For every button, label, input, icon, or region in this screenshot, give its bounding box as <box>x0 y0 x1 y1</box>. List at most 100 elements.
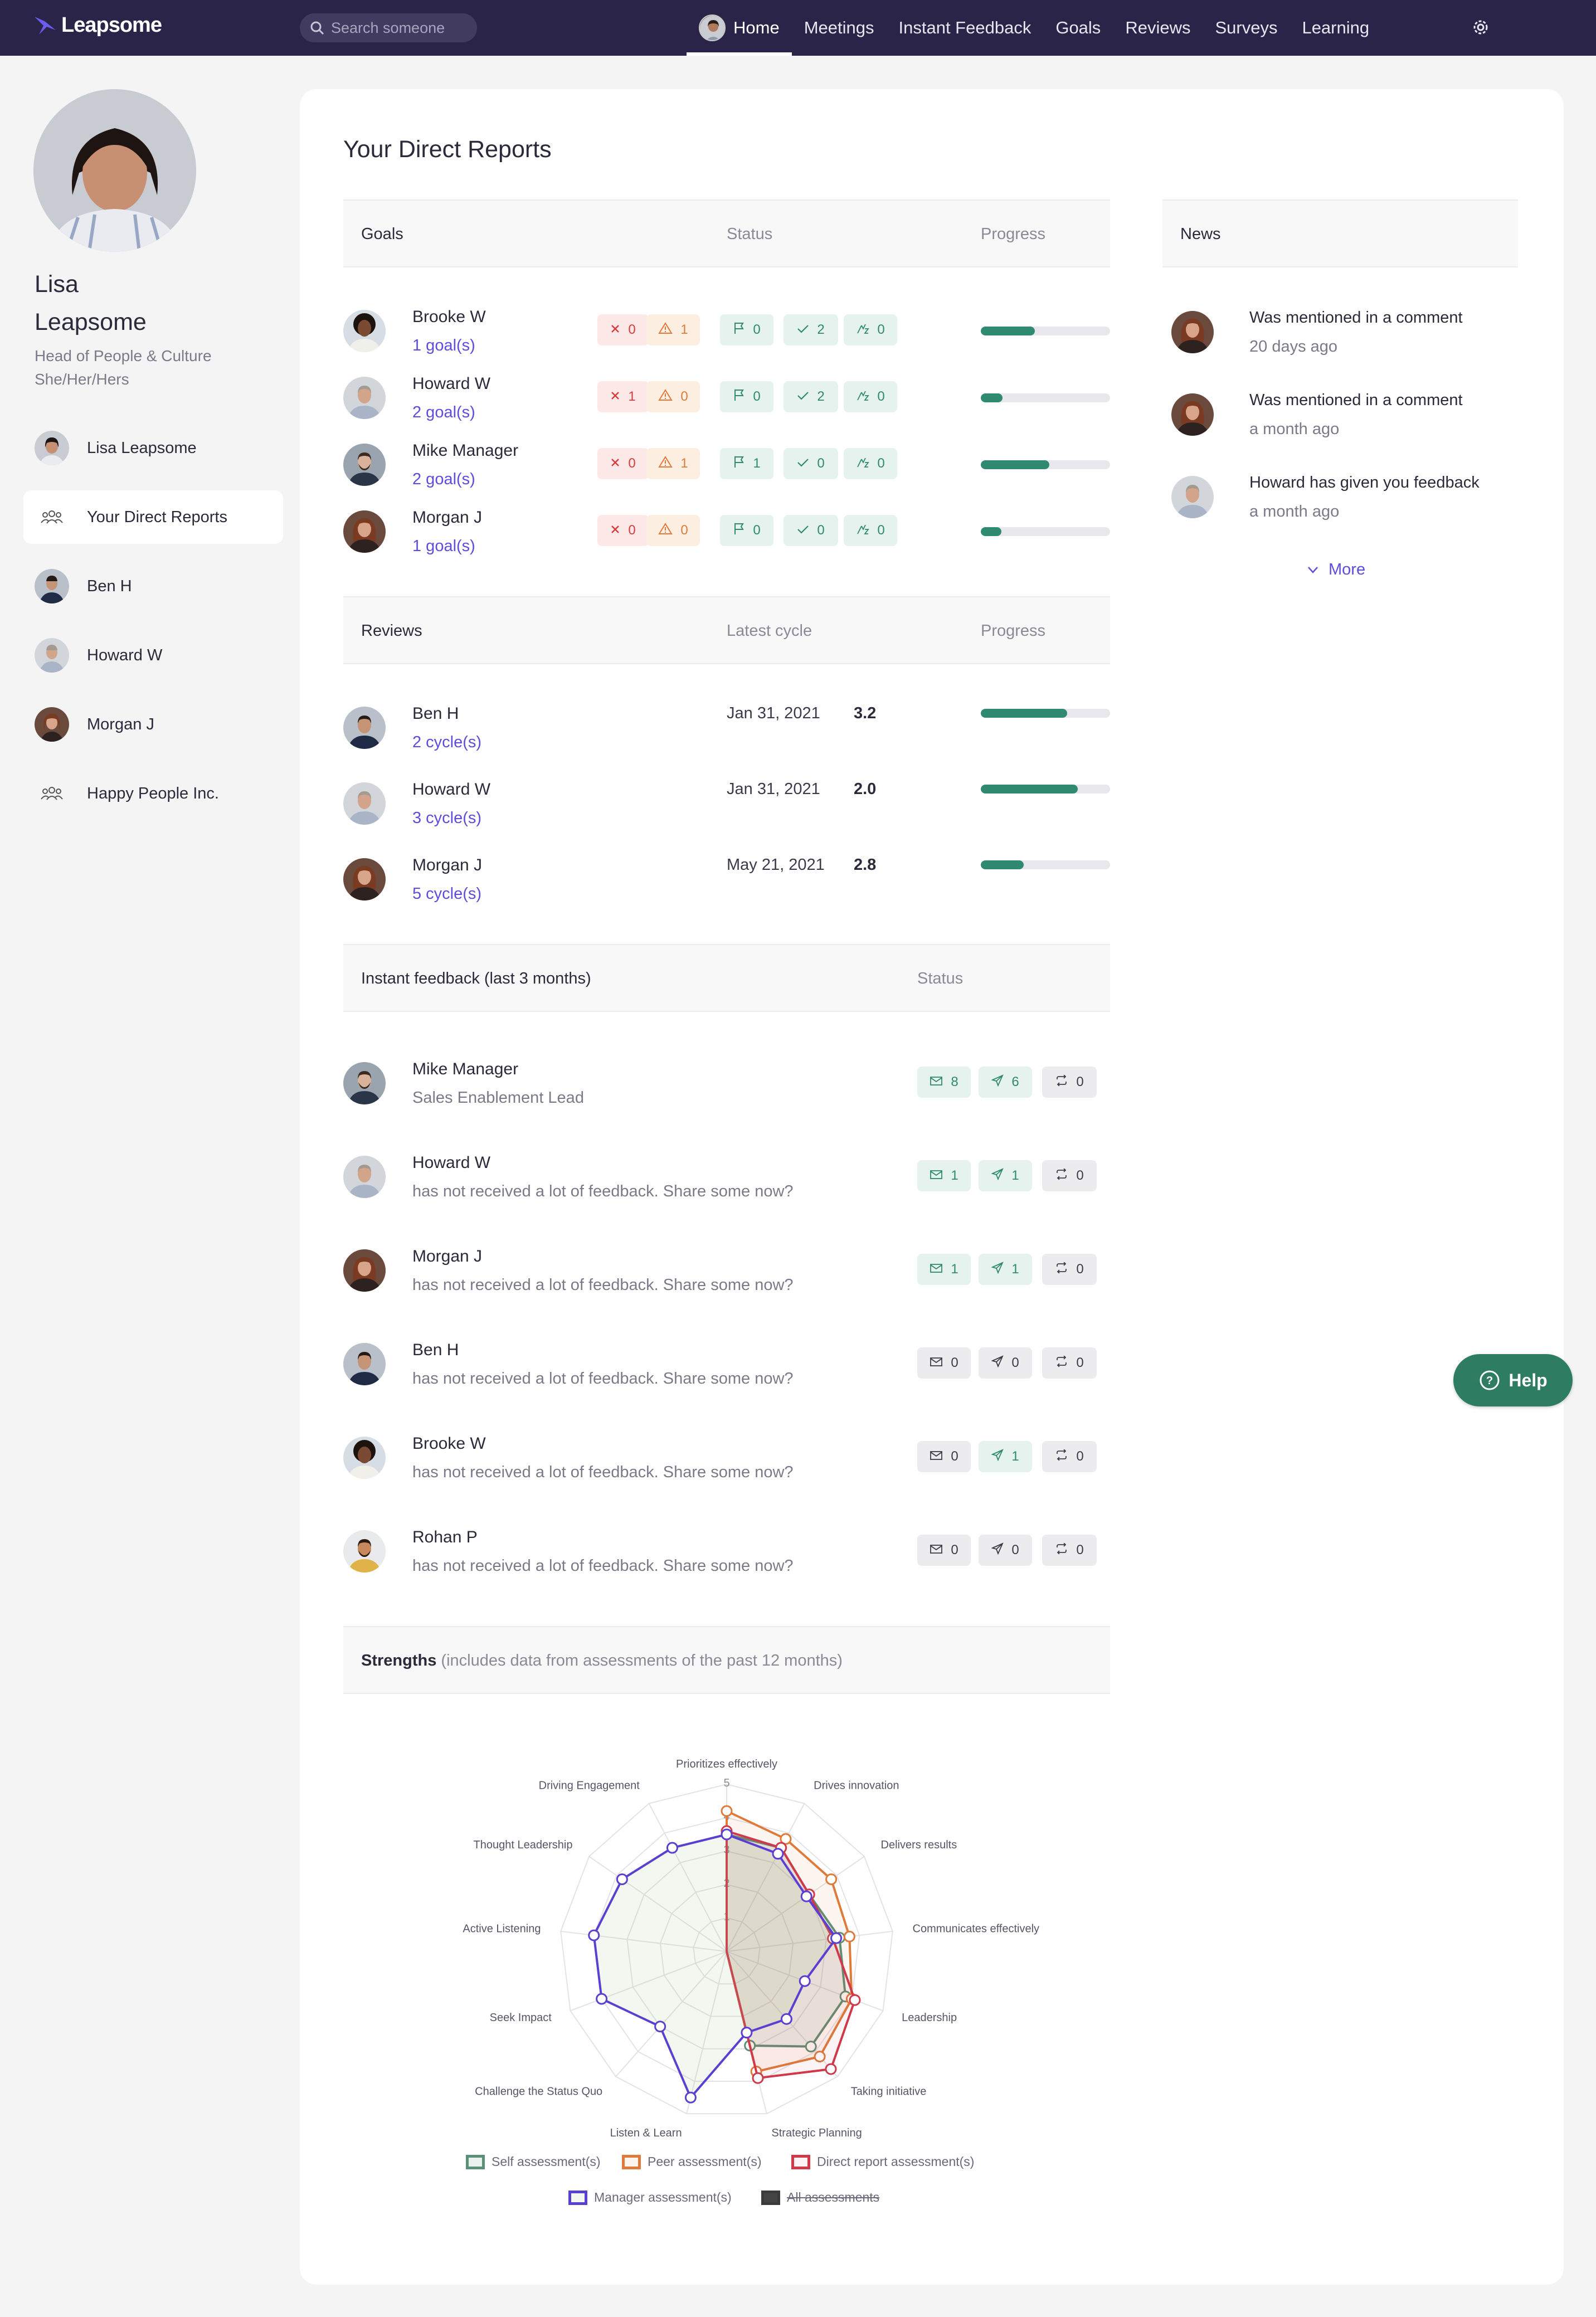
feedback-subtext[interactable]: has not received a lot of feedback. Shar… <box>412 1370 794 1388</box>
feedback-request-count[interactable]: 0 <box>1042 1535 1097 1566</box>
help-button[interactable]: ? Help <box>1453 1354 1573 1406</box>
settings-gear-icon[interactable] <box>1471 18 1490 40</box>
avatar[interactable] <box>343 510 386 553</box>
goal-status-cross[interactable]: 0 <box>597 314 649 345</box>
goal-owner-name[interactable]: Mike Manager <box>412 441 518 460</box>
goals-count-link[interactable]: 1 goal(s) <box>412 537 475 556</box>
goal-status-flag[interactable]: 0 <box>720 314 773 345</box>
avatar[interactable] <box>1171 311 1214 353</box>
feedback-request-count[interactable]: 0 <box>1042 1160 1097 1191</box>
avatar[interactable] <box>343 1062 386 1104</box>
brand-logo[interactable]: Leapsome <box>33 13 162 37</box>
feedback-send-count[interactable]: 1 <box>979 1254 1032 1285</box>
goal-status-warning[interactable]: 0 <box>646 381 700 412</box>
nav-goals[interactable]: Goals <box>1043 0 1113 56</box>
avatar[interactable] <box>343 310 386 352</box>
search-box[interactable] <box>300 13 477 42</box>
sidebar-item-happy-people-inc[interactable]: Happy People Inc. <box>23 767 283 820</box>
goal-status-sleep[interactable]: 0 <box>844 448 897 479</box>
goal-status-check[interactable]: 0 <box>784 448 838 479</box>
feedback-subtext[interactable]: has not received a lot of feedback. Shar… <box>412 1182 794 1201</box>
goal-status-sleep[interactable]: 0 <box>844 515 897 546</box>
avatar[interactable] <box>343 377 386 419</box>
avatar[interactable] <box>343 444 386 486</box>
legend-item[interactable]: Peer assessment(s) <box>622 2154 762 2169</box>
feedback-send-count[interactable]: 6 <box>979 1067 1032 1098</box>
nav-surveys[interactable]: Surveys <box>1203 0 1290 56</box>
legend-item[interactable]: Direct report assessment(s) <box>791 2154 974 2169</box>
goals-count-link[interactable]: 2 goal(s) <box>412 403 475 422</box>
more-news-button[interactable]: More <box>1307 561 1365 579</box>
feedback-person-name[interactable]: Mike Manager <box>412 1060 518 1079</box>
legend-item[interactable]: All assessments <box>761 2190 879 2205</box>
cycles-count-link[interactable]: 5 cycle(s) <box>412 885 481 903</box>
feedback-envelope-count[interactable]: 0 <box>917 1441 971 1472</box>
feedback-send-count[interactable]: 1 <box>979 1160 1032 1191</box>
avatar[interactable] <box>1171 393 1214 436</box>
goal-status-check[interactable]: 2 <box>784 314 838 345</box>
goal-owner-name[interactable]: Morgan J <box>412 508 482 527</box>
legend-item[interactable]: Self assessment(s) <box>466 2154 601 2169</box>
avatar[interactable] <box>343 707 386 749</box>
feedback-person-name[interactable]: Morgan J <box>412 1247 482 1266</box>
feedback-person-name[interactable]: Brooke W <box>412 1434 486 1453</box>
avatar[interactable] <box>1171 476 1214 518</box>
nav-meetings[interactable]: Meetings <box>792 0 887 56</box>
review-person-name[interactable]: Ben H <box>412 704 459 723</box>
goal-status-sleep[interactable]: 0 <box>844 381 897 412</box>
nav-home[interactable]: Home <box>687 0 792 56</box>
sidebar-item-your-direct-reports[interactable]: Your Direct Reports <box>23 490 283 544</box>
news-text[interactable]: Was mentioned in a comment <box>1249 391 1463 410</box>
legend-item[interactable]: Manager assessment(s) <box>568 2190 732 2205</box>
avatar[interactable] <box>343 1343 386 1385</box>
goal-status-warning[interactable]: 1 <box>646 448 700 479</box>
feedback-envelope-count[interactable]: 0 <box>917 1347 971 1379</box>
avatar[interactable] <box>343 1530 386 1573</box>
nav-instant-feedback[interactable]: Instant Feedback <box>887 0 1044 56</box>
avatar[interactable] <box>343 782 386 825</box>
review-person-name[interactable]: Howard W <box>412 780 490 799</box>
goal-status-cross[interactable]: 0 <box>597 515 649 546</box>
feedback-person-name[interactable]: Ben H <box>412 1341 459 1360</box>
goal-status-warning[interactable]: 0 <box>646 515 700 546</box>
goal-status-check[interactable]: 2 <box>784 381 838 412</box>
avatar[interactable] <box>343 1156 386 1198</box>
goal-status-flag[interactable]: 1 <box>720 448 773 479</box>
goals-count-link[interactable]: 2 goal(s) <box>412 470 475 489</box>
feedback-request-count[interactable]: 0 <box>1042 1254 1097 1285</box>
feedback-envelope-count[interactable]: 1 <box>917 1254 971 1285</box>
goal-status-cross[interactable]: 0 <box>597 448 649 479</box>
feedback-send-count[interactable]: 1 <box>979 1441 1032 1472</box>
goal-owner-name[interactable]: Howard W <box>412 374 490 393</box>
goal-status-flag[interactable]: 0 <box>720 381 773 412</box>
feedback-subtext[interactable]: has not received a lot of feedback. Shar… <box>412 1463 794 1482</box>
goal-status-flag[interactable]: 0 <box>720 515 773 546</box>
review-person-name[interactable]: Morgan J <box>412 856 482 875</box>
cycles-count-link[interactable]: 2 cycle(s) <box>412 733 481 752</box>
search-input[interactable] <box>331 19 465 37</box>
cycles-count-link[interactable]: 3 cycle(s) <box>412 809 481 827</box>
avatar[interactable] <box>343 858 386 900</box>
feedback-envelope-count[interactable]: 1 <box>917 1160 971 1191</box>
feedback-envelope-count[interactable]: 8 <box>917 1067 971 1098</box>
sidebar-item-lisa-leapsome[interactable]: Lisa Leapsome <box>23 421 283 475</box>
goal-status-warning[interactable]: 1 <box>646 314 700 345</box>
feedback-request-count[interactable]: 0 <box>1042 1347 1097 1379</box>
feedback-subtext[interactable]: has not received a lot of feedback. Shar… <box>412 1276 794 1294</box>
avatar[interactable] <box>343 1437 386 1479</box>
feedback-envelope-count[interactable]: 0 <box>917 1535 971 1566</box>
sidebar-item-ben-h[interactable]: Ben H <box>23 559 283 613</box>
feedback-person-name[interactable]: Rohan P <box>412 1528 478 1547</box>
avatar[interactable] <box>343 1249 386 1292</box>
feedback-send-count[interactable]: 0 <box>979 1535 1032 1566</box>
goal-status-cross[interactable]: 1 <box>597 381 649 412</box>
news-text[interactable]: Was mentioned in a comment <box>1249 309 1463 327</box>
goals-count-link[interactable]: 1 goal(s) <box>412 337 475 355</box>
feedback-subtext[interactable]: has not received a lot of feedback. Shar… <box>412 1557 794 1575</box>
sidebar-item-morgan-j[interactable]: Morgan J <box>23 698 283 751</box>
feedback-send-count[interactable]: 0 <box>979 1347 1032 1379</box>
feedback-request-count[interactable]: 0 <box>1042 1067 1097 1098</box>
goal-status-check[interactable]: 0 <box>784 515 838 546</box>
goal-status-sleep[interactable]: 0 <box>844 314 897 345</box>
goal-owner-name[interactable]: Brooke W <box>412 308 486 327</box>
